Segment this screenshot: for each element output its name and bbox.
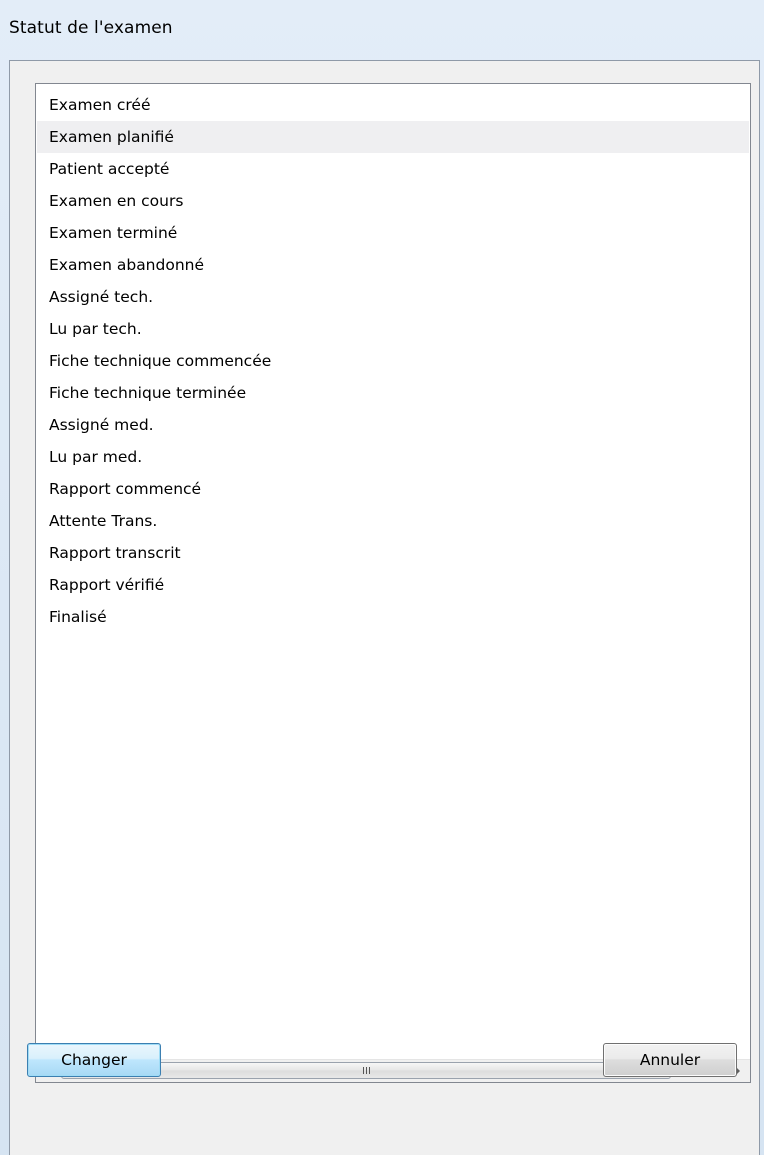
- title-bar[interactable]: Statut de l'examen: [0, 0, 764, 60]
- list-item[interactable]: Assigné med.: [37, 409, 749, 441]
- dialog-client-area: Examen créé Examen planifié Patient accept…: [9, 60, 760, 1155]
- list-item[interactable]: Finalisé: [37, 601, 749, 633]
- list-item[interactable]: Assigné tech.: [37, 281, 749, 313]
- list-item[interactable]: Examen terminé: [37, 217, 749, 249]
- status-listbox[interactable]: Examen créé Examen planifié Patient accept…: [35, 83, 751, 1083]
- list-item[interactable]: Examen abandonné: [37, 249, 749, 281]
- status-list: Examen créé Examen planifié Patient accept…: [36, 89, 750, 633]
- list-item[interactable]: Rapport transcrit: [37, 537, 749, 569]
- dialog-window: Statut de l'examen Examen créé Examen pla…: [0, 0, 764, 1155]
- list-item[interactable]: Rapport vérifié: [37, 569, 749, 601]
- list-item[interactable]: Fiche technique commencée: [37, 345, 749, 377]
- change-button[interactable]: Changer: [27, 1043, 161, 1077]
- list-item[interactable]: Examen en cours: [37, 185, 749, 217]
- list-item[interactable]: Patient accepté: [37, 153, 749, 185]
- list-item[interactable]: Lu par tech.: [37, 313, 749, 345]
- list-item[interactable]: Attente Trans.: [37, 505, 749, 537]
- list-item[interactable]: Fiche technique terminée: [37, 377, 749, 409]
- list-item[interactable]: Rapport commencé: [37, 473, 749, 505]
- grip-icon: [362, 1067, 370, 1074]
- list-item[interactable]: Examen créé: [37, 89, 749, 121]
- list-item[interactable]: Lu par med.: [37, 441, 749, 473]
- window-title: Statut de l'examen: [9, 18, 173, 38]
- cancel-button[interactable]: Annuler: [603, 1043, 737, 1077]
- list-item[interactable]: Examen planifié: [37, 121, 749, 153]
